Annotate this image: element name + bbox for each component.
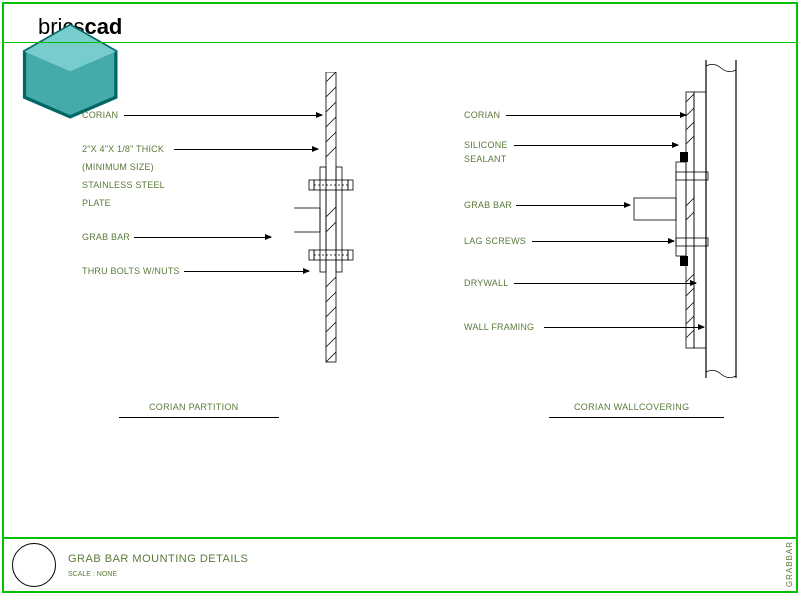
label-grab-right: GRAB BAR <box>464 200 512 210</box>
arrow-sealant <box>514 145 678 146</box>
label-lag: LAG SCREWS <box>464 236 526 246</box>
arrow-corian-right <box>506 115 686 116</box>
label-thick: 2"X 4"X 1/8" THICK <box>82 144 164 154</box>
subtitle-right: CORIAN WALLCOVERING <box>574 402 689 412</box>
arrow-drywall <box>514 283 696 284</box>
label-corian-left: CORIAN <box>82 110 118 120</box>
scale-note: SCALE : NONE <box>68 571 248 578</box>
brand-logo: bricscad <box>18 14 122 40</box>
arrow-lag <box>532 241 674 242</box>
label-drywall: DRYWALL <box>464 278 508 288</box>
label-grab-left: GRAB BAR <box>82 232 130 242</box>
drawing-canvas: CORIAN 2"X 4"X 1/8" THICK (MINIMUM SIZE)… <box>4 42 796 537</box>
arrow-corian-left <box>124 115 322 116</box>
left-detail-drawing <box>294 72 394 372</box>
subtitle-line-right <box>549 417 724 418</box>
label-sealant: SEALANT <box>464 154 506 164</box>
arrow-bolts <box>184 271 309 272</box>
arrow-framing <box>544 327 704 328</box>
drawing-title: GRAB BAR MOUNTING DETAILS <box>68 553 248 565</box>
label-corian-right: CORIAN <box>464 110 500 120</box>
label-framing: WALL FRAMING <box>464 322 534 332</box>
label-silicone: SILICONE <box>464 140 508 150</box>
detail-marker-circle <box>12 543 56 587</box>
title-bar: GRAB BAR MOUNTING DETAILS SCALE : NONE <box>4 537 796 591</box>
arrow-plate <box>174 149 318 150</box>
arrow-grab-left <box>134 237 271 238</box>
label-bolts: THRU BOLTS W/NUTS <box>82 266 180 276</box>
arrow-grab-right <box>516 205 630 206</box>
label-plate: PLATE <box>82 198 111 208</box>
right-detail-drawing <box>624 60 774 380</box>
subtitle-left: CORIAN PARTITION <box>149 402 238 412</box>
side-label: GRABBAR <box>785 541 794 587</box>
subtitle-line-left <box>119 417 279 418</box>
logo-icon <box>18 19 34 35</box>
label-steel: STAINLESS STEEL <box>82 180 165 190</box>
label-min: (MINIMUM SIZE) <box>82 162 154 172</box>
